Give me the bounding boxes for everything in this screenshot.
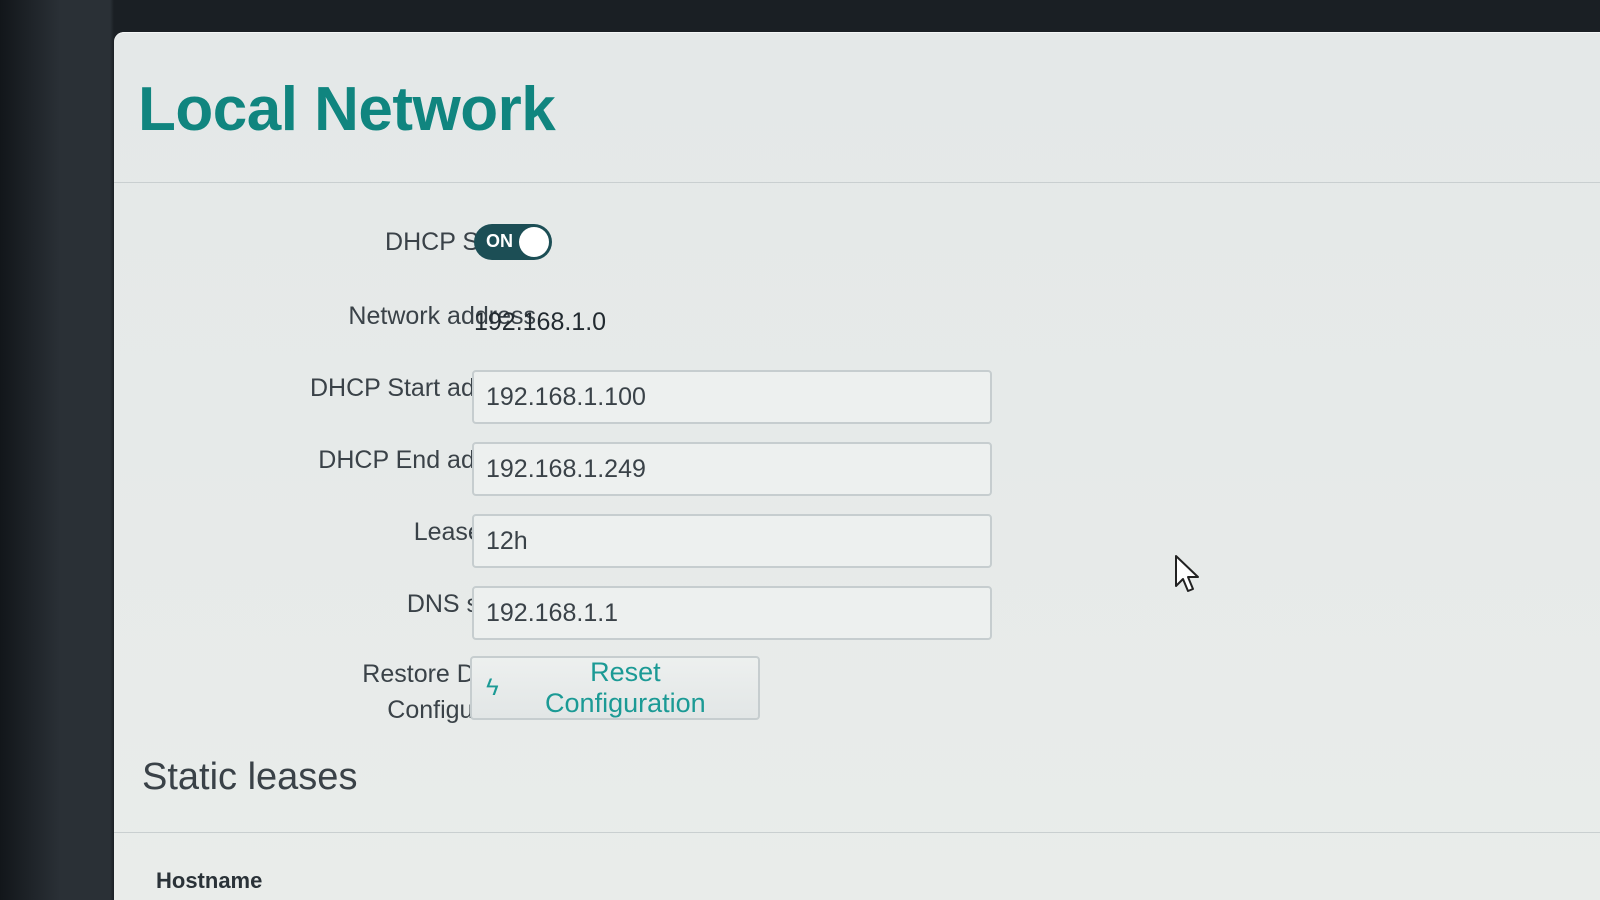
bolt-icon: ϟ [486, 674, 499, 701]
header-divider [114, 182, 1600, 183]
reset-configuration-button[interactable]: ϟ Reset Configuration [470, 656, 760, 720]
page-title: Local Network [138, 75, 556, 144]
main-panel: Local Network DHCP Server ON Network add… [114, 32, 1600, 900]
network-address-value: 192.168.1.0 [474, 308, 607, 336]
toggle-on-text: ON [486, 231, 513, 251]
dhcp-server-toggle[interactable]: ON [474, 224, 552, 260]
reset-configuration-label: Reset Configuration [545, 657, 706, 718]
section-divider [114, 832, 1600, 833]
toggle-knob [519, 227, 549, 257]
static-leases-title: Static leases [142, 756, 358, 798]
dns-server-input[interactable] [472, 586, 992, 640]
dhcp-start-input[interactable] [472, 370, 992, 424]
mouse-cursor-icon [1175, 555, 1199, 592]
hostname-column-header: Hostname [156, 868, 263, 893]
lease-time-input[interactable] [472, 514, 992, 568]
dhcp-end-input[interactable] [472, 442, 992, 496]
